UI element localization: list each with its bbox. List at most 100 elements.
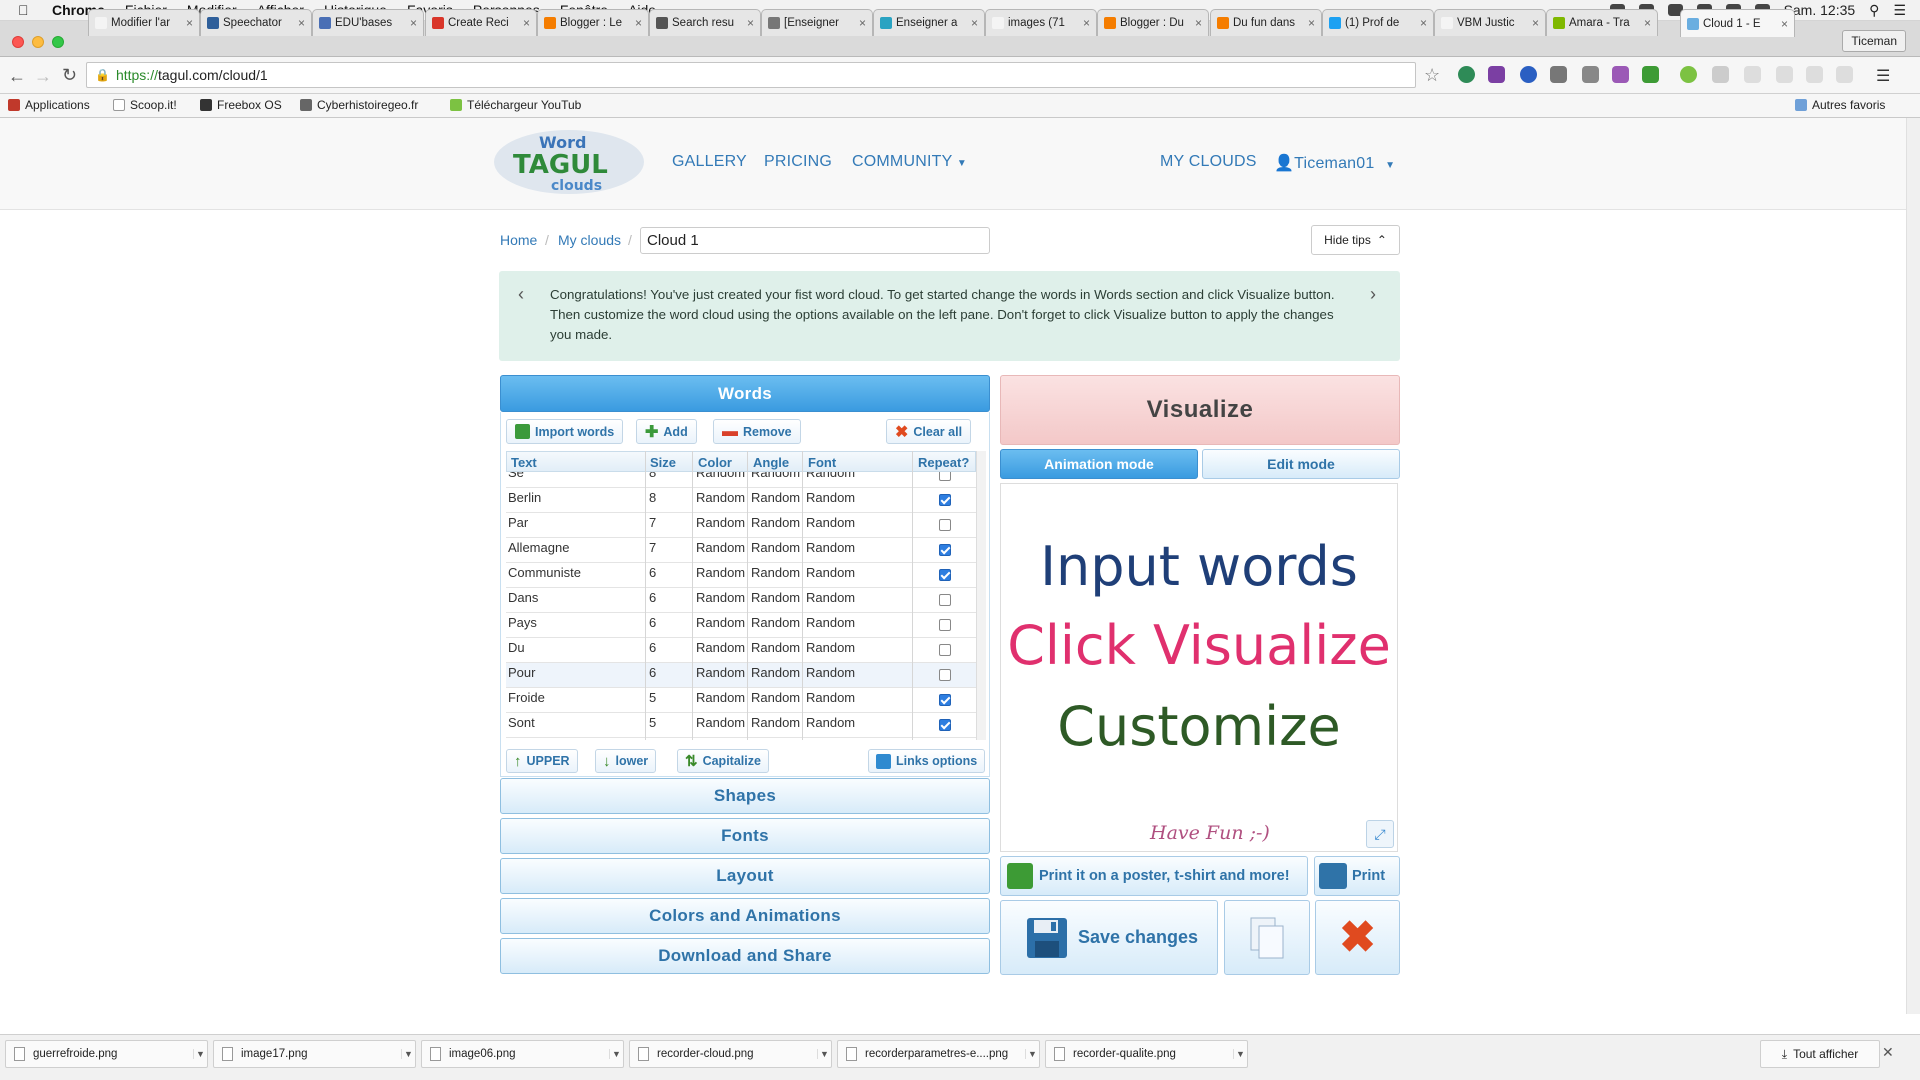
tab-close-icon[interactable]: ×: [971, 16, 978, 30]
browser-tab[interactable]: Du fun dans ×: [1210, 9, 1322, 36]
bookmark-other[interactable]: Autres favoris: [1795, 98, 1885, 112]
extension-scissors-icon[interactable]: [1550, 66, 1567, 83]
cell-angle[interactable]: Random: [751, 665, 800, 680]
bookmark-scoopit[interactable]: Scoop.it!: [113, 98, 177, 112]
cell-color[interactable]: Random: [696, 615, 745, 630]
cell-angle[interactable]: Random: [751, 540, 800, 555]
fonts-section-header[interactable]: Fonts: [500, 818, 990, 854]
browser-tab[interactable]: VBM Justic ×: [1434, 9, 1546, 36]
download-item[interactable]: recorderparametres-e....png ▼: [837, 1040, 1040, 1068]
fullscreen-icon[interactable]: ⤢: [1366, 820, 1394, 848]
extension-onenote-icon[interactable]: [1488, 66, 1505, 83]
tab-close-icon[interactable]: ×: [635, 16, 642, 30]
col-color[interactable]: Color: [698, 455, 732, 470]
cell-font[interactable]: Random: [806, 540, 855, 555]
tab-close-icon[interactable]: ×: [1420, 16, 1427, 30]
bookmark-cyberhistoire[interactable]: Cyberhistoiregeo.fr: [300, 98, 418, 112]
download-share-section-header[interactable]: Download and Share: [500, 938, 990, 974]
tagul-logo[interactable]: Word TAGUL clouds: [493, 128, 645, 196]
nav-pricing[interactable]: PRICING: [764, 153, 832, 171]
remove-word-button[interactable]: ▬ Remove: [713, 419, 801, 444]
cell-text[interactable]: Dans: [508, 590, 538, 605]
cell-color[interactable]: Random: [696, 715, 745, 730]
cell-size[interactable]: 7: [649, 540, 656, 555]
print-button[interactable]: Print: [1314, 856, 1400, 896]
dropdown-caret-icon[interactable]: ▼: [401, 1049, 415, 1059]
browser-tab[interactable]: Amara - Tra ×: [1546, 9, 1658, 36]
tab-close-icon[interactable]: ×: [410, 16, 417, 30]
cell-size[interactable]: 8: [649, 490, 656, 505]
tab-close-icon[interactable]: ×: [186, 16, 193, 30]
close-downloads-icon[interactable]: ✕: [1882, 1044, 1894, 1061]
cell-font[interactable]: Random: [806, 490, 855, 505]
tab-close-icon[interactable]: ×: [1308, 16, 1315, 30]
extension-printer-icon[interactable]: [1642, 66, 1659, 83]
browser-tab[interactable]: Enseigner a ×: [873, 9, 985, 36]
edit-mode-tab[interactable]: Edit mode: [1202, 449, 1400, 479]
cell-font[interactable]: Random: [806, 640, 855, 655]
extension-rss-icon[interactable]: [1836, 66, 1853, 83]
col-angle[interactable]: Angle: [753, 455, 789, 470]
repeat-checkbox[interactable]: [939, 519, 951, 531]
cell-text[interactable]: Du: [508, 640, 525, 655]
cell-size[interactable]: 6: [649, 615, 656, 630]
bookmark-applications[interactable]: Applications: [8, 98, 90, 112]
visualize-button[interactable]: Visualize: [1000, 375, 1400, 445]
cell-color[interactable]: Random: [696, 690, 745, 705]
window-zoom-button[interactable]: [52, 36, 64, 48]
reload-icon[interactable]: ↻: [62, 65, 77, 86]
cell-text[interactable]: Par: [508, 515, 528, 530]
repeat-checkbox[interactable]: [939, 719, 951, 731]
cell-text[interactable]: Berlin: [508, 490, 541, 505]
clear-all-button[interactable]: ✖ Clear all: [886, 419, 972, 444]
repeat-checkbox[interactable]: [939, 569, 951, 581]
tab-close-icon[interactable]: ×: [1781, 17, 1788, 31]
dropdown-caret-icon[interactable]: ▼: [1025, 1049, 1039, 1059]
bookmark-youtube-downloader[interactable]: Téléchargeur YouTub: [450, 98, 581, 112]
notification-center-icon[interactable]: ☰: [1893, 2, 1906, 19]
cell-size[interactable]: 6: [649, 665, 656, 680]
table-row[interactable]: Dans 6 Random Random Random: [506, 588, 986, 613]
cell-size[interactable]: 7: [649, 515, 656, 530]
lowercase-button[interactable]: ↓ lower: [595, 749, 657, 773]
forward-arrow-icon[interactable]: →: [34, 66, 52, 87]
table-row[interactable]: Berlin 8 Random Random Random: [506, 488, 986, 513]
address-bar[interactable]: 🔒 https:// tagul.com/cloud/1: [86, 62, 1416, 88]
import-words-button[interactable]: Import words: [506, 419, 624, 444]
window-minimize-button[interactable]: [32, 36, 44, 48]
animation-mode-tab[interactable]: Animation mode: [1000, 449, 1198, 479]
cell-font[interactable]: Random: [806, 472, 855, 480]
add-word-button[interactable]: ✚ Add: [636, 419, 697, 444]
cell-size[interactable]: 8: [649, 472, 656, 480]
tip-next-chevron-icon[interactable]: ›: [1370, 284, 1376, 305]
tab-close-icon[interactable]: ×: [747, 16, 754, 30]
show-all-downloads-button[interactable]: ⤓ Tout afficher: [1760, 1040, 1880, 1068]
table-row[interactable]: Pays 6 Random Random Random: [506, 613, 986, 638]
colors-animations-section-header[interactable]: Colors and Animations: [500, 898, 990, 934]
tab-close-icon[interactable]: ×: [1195, 16, 1202, 30]
browser-tab[interactable]: Blogger : Le ×: [537, 9, 649, 36]
duplicate-cloud-button[interactable]: [1224, 900, 1310, 975]
browser-tab[interactable]: Search resu ×: [649, 9, 761, 36]
download-item[interactable]: recorder-cloud.png ▼: [629, 1040, 832, 1068]
repeat-checkbox[interactable]: [939, 694, 951, 706]
cell-angle[interactable]: Random: [751, 490, 800, 505]
window-close-button[interactable]: [12, 36, 24, 48]
download-item[interactable]: image06.png ▼: [421, 1040, 624, 1068]
dropdown-caret-icon[interactable]: ▼: [817, 1049, 831, 1059]
cell-angle[interactable]: Random: [751, 615, 800, 630]
cell-size[interactable]: 6: [649, 640, 656, 655]
print-poster-button[interactable]: Print it on a poster, t-shirt and more!: [1000, 856, 1308, 896]
browser-tab[interactable]: EDU'bases ×: [312, 9, 424, 36]
download-item[interactable]: image17.png ▼: [213, 1040, 416, 1068]
breadcrumb-my-clouds[interactable]: My clouds: [558, 232, 621, 248]
browser-tab[interactable]: Create Reci ×: [425, 9, 537, 36]
repeat-checkbox[interactable]: [939, 494, 951, 506]
cell-color[interactable]: Random: [696, 565, 745, 580]
cell-color[interactable]: Random: [696, 515, 745, 530]
cell-angle[interactable]: Random: [751, 590, 800, 605]
browser-tab[interactable]: Cloud 1 - E ×: [1680, 9, 1795, 37]
col-font[interactable]: Font: [808, 455, 836, 470]
browser-menu-icon[interactable]: ☰: [1876, 66, 1890, 86]
cell-color[interactable]: Random: [696, 540, 745, 555]
